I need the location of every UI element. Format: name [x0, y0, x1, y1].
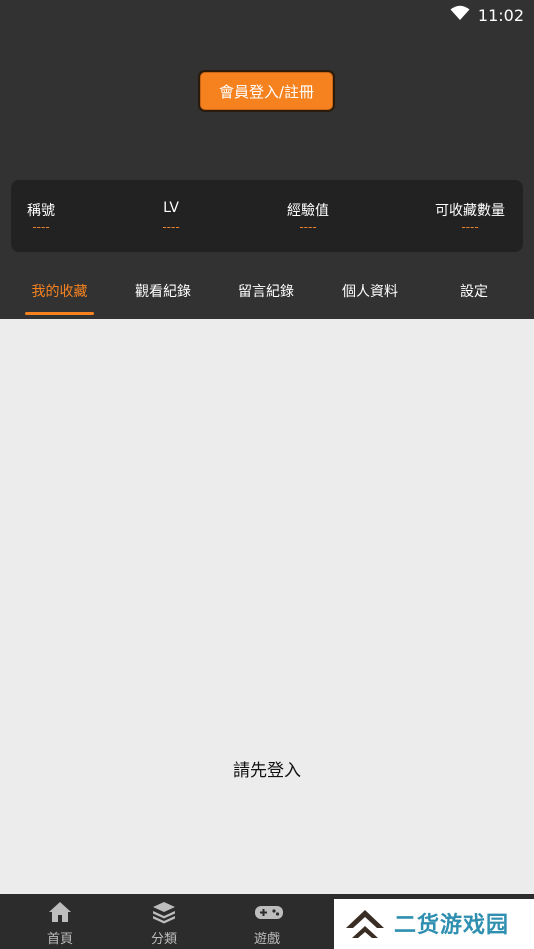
layers-icon	[151, 900, 177, 924]
favorites-content: 請先登入	[0, 319, 534, 894]
stat-experience: 經驗值 ----	[273, 180, 343, 252]
stat-label: 稱號	[27, 203, 55, 219]
watermark: 二货游戏园	[334, 899, 534, 949]
stat-value: ----	[162, 220, 180, 234]
nav-label: 首頁	[46, 932, 73, 947]
nav-home[interactable]: 首頁	[8, 894, 112, 949]
tab-settings[interactable]: 設定	[448, 281, 500, 319]
watermark-text: 二货游戏园	[394, 913, 510, 938]
nav-categories[interactable]: 分類	[112, 894, 216, 949]
stats-panel: 稱號 ---- LV ---- 經驗值 ---- 可收藏數量 ----	[11, 180, 523, 252]
tab-label: 觀看紀錄	[135, 284, 191, 300]
status-bar: 11:02	[450, 4, 524, 26]
stat-label: 經驗值	[287, 203, 329, 219]
stat-favorite-capacity: 可收藏數量 ----	[425, 180, 515, 252]
tab-label: 留言紀錄	[238, 284, 294, 300]
tab-label: 我的收藏	[31, 284, 88, 300]
stat-label: 可收藏數量	[435, 203, 505, 219]
tab-label: 設定	[460, 284, 488, 300]
stat-value: ----	[299, 220, 317, 234]
profile-tabs: 我的收藏 觀看紀錄 留言紀錄 個人資料 設定	[0, 270, 534, 319]
stat-level: LV ----	[139, 180, 203, 252]
nav-label: 分類	[150, 932, 177, 947]
login-register-button[interactable]: 會員登入/註冊	[198, 70, 335, 112]
active-tab-indicator	[25, 312, 94, 315]
home-icon	[47, 900, 73, 924]
stat-label: LV	[163, 200, 179, 216]
tab-comment-history[interactable]: 留言紀錄	[231, 281, 301, 319]
stat-value: ----	[461, 220, 479, 234]
tab-personal-info[interactable]: 個人資料	[335, 281, 405, 319]
gamepad-icon	[254, 900, 283, 924]
empty-message: 請先登入	[233, 761, 301, 781]
stat-title: 稱號 ----	[11, 180, 71, 252]
wifi-icon	[450, 5, 470, 25]
clock-time: 11:02	[477, 5, 524, 25]
watermark-logo-icon	[342, 904, 388, 948]
nav-label: 遊戲	[253, 932, 280, 947]
nav-games[interactable]: 遊戲	[215, 894, 319, 949]
profile-header: 11:02 會員登入/註冊 稱號 ---- LV ---- 經驗值 ---- 可…	[0, 0, 534, 319]
tab-label: 個人資料	[342, 284, 398, 300]
tab-watch-history[interactable]: 觀看紀錄	[128, 281, 198, 319]
stat-value: ----	[32, 220, 50, 234]
tab-favorites[interactable]: 我的收藏	[25, 281, 94, 319]
